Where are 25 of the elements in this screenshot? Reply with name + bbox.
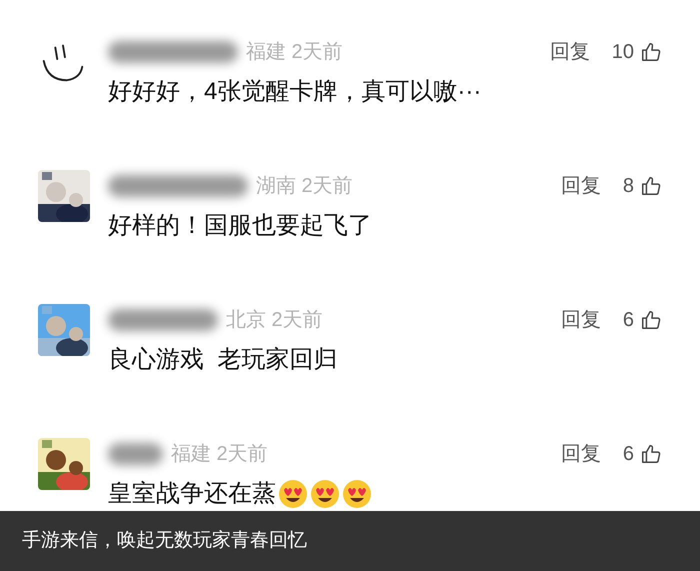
comment-meta: 福建 2天前 (171, 442, 268, 467)
comment-text: 良心游戏 老玩家回归 (108, 345, 338, 375)
comment-meta: 北京 2天前 (226, 308, 323, 333)
heart-eyes-emoji-icon (310, 479, 340, 509)
reply-button[interactable]: 回复 (550, 37, 590, 67)
comment-text: 好好好，4张觉醒卡牌，真可以嗷··· (108, 77, 482, 107)
like-count: 10 (612, 40, 634, 65)
comment-meta: 湖南 2天前 (256, 174, 353, 199)
reply-button[interactable]: 回复 (560, 305, 601, 335)
caption-text: 手游来信，唤起无数玩家青春回忆 (22, 528, 307, 553)
reply-button[interactable]: 回复 (560, 171, 601, 201)
like-count: 8 (622, 174, 634, 199)
thumbs-up-icon[interactable] (640, 443, 662, 465)
comment-text: 好样的！国服也要起飞了 (108, 211, 372, 241)
comment-text: 皇室战争还在蒸 (108, 479, 276, 509)
thumbs-up-icon[interactable] (640, 309, 662, 331)
thumbs-up-icon[interactable] (640, 175, 662, 197)
thumbs-up-icon[interactable] (640, 41, 662, 63)
heart-eyes-emoji-icon (342, 479, 372, 509)
like-count: 6 (622, 442, 634, 467)
heart-eyes-emoji-icon (278, 479, 308, 509)
reply-button[interactable]: 回复 (560, 439, 601, 469)
blurred-username (108, 443, 163, 465)
like-count: 6 (622, 308, 634, 333)
comment-meta: 福建 2天前 (246, 40, 343, 65)
